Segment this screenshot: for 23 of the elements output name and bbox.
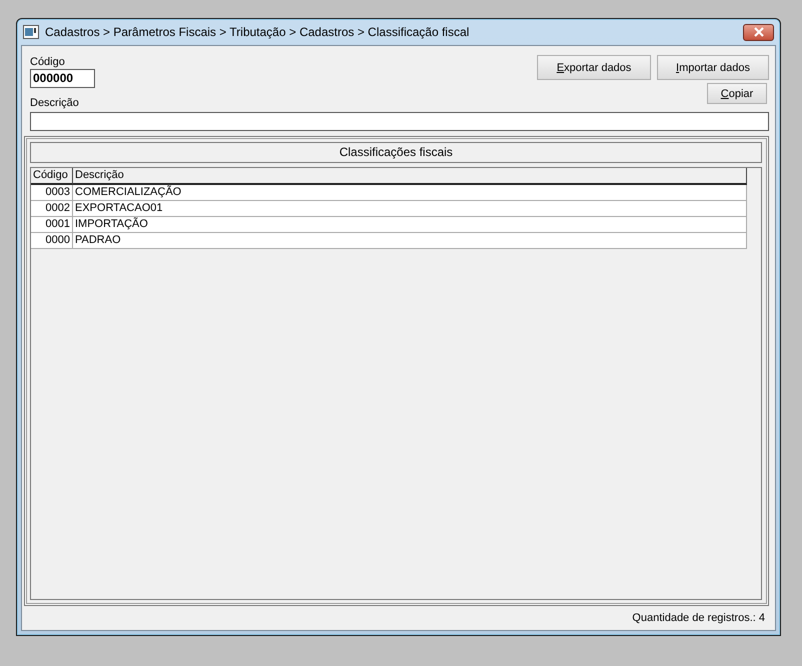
table-cell: 0000 [31,233,73,249]
description-label: Descrição [30,97,80,110]
table-cell: COMERCIALIZAÇÃO [73,185,747,201]
record-count: Quantidade de registros.: 4 [632,612,765,624]
table-cell: PADRAO [73,233,747,249]
code-field[interactable]: 000000 [30,69,95,88]
group-title: Classificações fiscais [30,142,762,163]
close-icon [752,27,764,37]
table-cell: 0001 [31,217,73,233]
table-cell: 0003 [31,185,73,201]
close-button[interactable] [743,24,774,40]
code-label: Código [30,56,66,69]
import-button[interactable]: Importar dados [657,55,769,80]
column-header[interactable]: Descrição [73,168,747,185]
column-header[interactable]: Código [31,168,73,185]
table-cell: IMPORTAÇÃO [73,217,747,233]
export-button[interactable]: Exportar dados [537,55,651,80]
description-field[interactable] [30,112,769,131]
copy-button[interactable]: Copiar [707,83,767,104]
table-cell: 0002 [31,201,73,217]
window-title: Cadastros > Parâmetros Fiscais > Tributação > Cadastros > Classificação fiscal [45,25,470,39]
table-cell: EXPORTACAO01 [73,201,747,217]
app-icon [23,25,39,39]
